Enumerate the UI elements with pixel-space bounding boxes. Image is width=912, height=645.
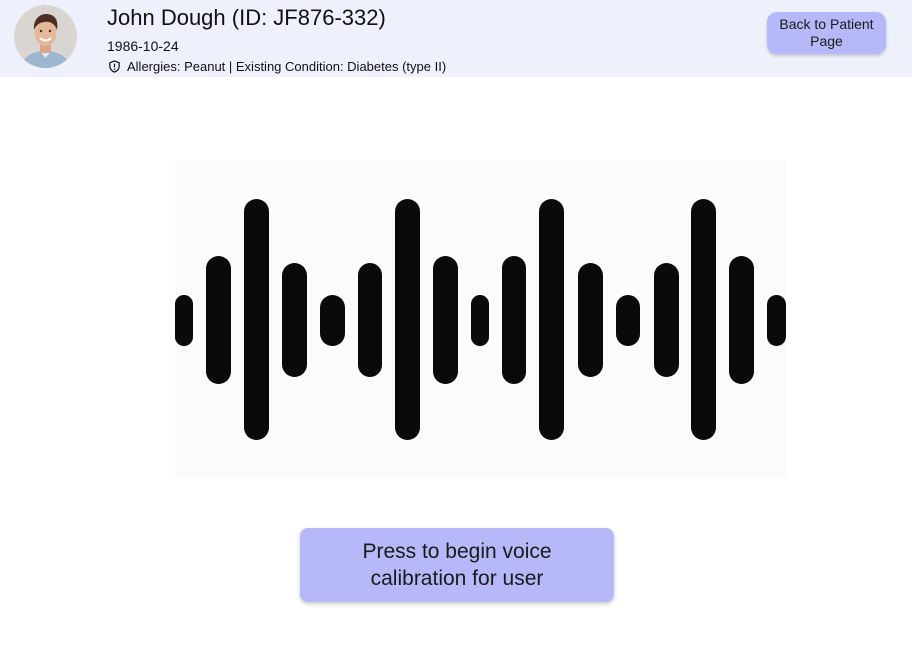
patient-alerts: Allergies: Peanut | Existing Condition: … [108, 59, 446, 74]
voice-waveform-panel [175, 160, 786, 478]
patient-alerts-text: Allergies: Peanut | Existing Condition: … [127, 59, 447, 74]
begin-voice-calibration-button[interactable]: Press to begin voice calibration for use… [300, 528, 614, 602]
patient-dob: 1986-10-24 [107, 38, 179, 54]
voice-calibration-page: John Dough (ID: JF876-332) 1986-10-24 Al… [0, 0, 912, 645]
avatar [14, 5, 77, 68]
patient-name: John Dough (ID: JF876-332) [107, 5, 386, 30]
shield-icon [109, 60, 120, 73]
sound-wave-icon [175, 199, 786, 440]
back-to-patient-page-button[interactable]: Back to Patient Page [767, 12, 886, 54]
patient-header: John Dough (ID: JF876-332) 1986-10-24 Al… [0, 0, 912, 77]
avatar-photo [14, 5, 77, 68]
